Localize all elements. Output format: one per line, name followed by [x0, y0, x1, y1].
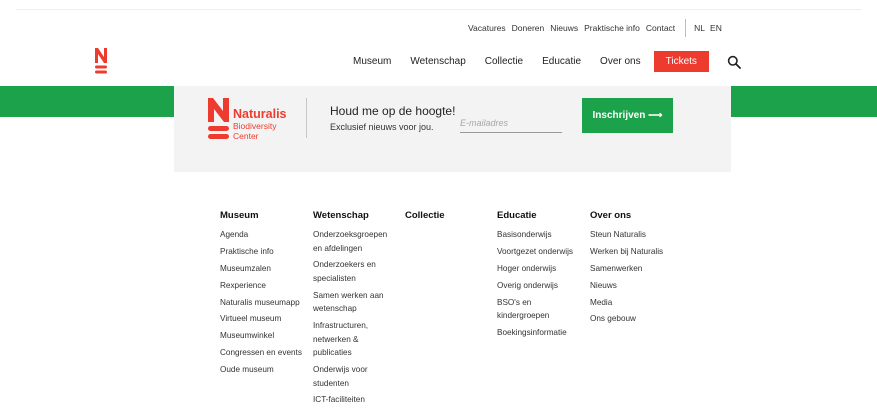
nav-museum[interactable]: Museum [353, 56, 391, 67]
footer-link[interactable]: Agenda [220, 228, 313, 242]
footer-link[interactable]: Naturalis museumapp [220, 296, 313, 310]
utility-bar: Vacatures Doneren Nieuws Praktische info… [468, 19, 727, 37]
footer-column-title: Over ons [590, 210, 632, 221]
nav-collectie[interactable]: Collectie [485, 56, 523, 67]
footer-column-title: Museum [220, 210, 259, 221]
nav-wetenschap[interactable]: Wetenschap [410, 56, 465, 67]
utility-link-praktische-info[interactable]: Praktische info [584, 23, 640, 33]
footer-link[interactable]: Infrastructuren, netwerken & publicaties [313, 319, 391, 360]
tickets-button[interactable]: Tickets [653, 51, 709, 72]
nav-educatie[interactable]: Educatie [542, 56, 581, 67]
footer-link[interactable]: Onderzoekers en specialisten [313, 258, 391, 285]
footer-column-educatie: Educatie Basisonderwijs Voortgezet onder… [497, 210, 590, 410]
search-icon[interactable] [727, 55, 741, 69]
language-en[interactable]: EN [710, 23, 722, 33]
footer-column-title[interactable]: Collectie [405, 210, 497, 221]
newsletter-title: Houd me op de hoogte! [330, 104, 456, 118]
footer-column-wetenschap: Wetenschap Onderzoeksgroepen en afdeling… [313, 210, 405, 410]
naturalis-logo-icon[interactable] [95, 48, 107, 74]
email-input[interactable] [460, 113, 562, 133]
footer-sitemap: Museum Agenda Praktische info Museumzale… [220, 210, 680, 410]
footer-link[interactable]: ICT-faciliteiten [313, 393, 391, 407]
footer-link[interactable]: Hoger onderwijs [497, 262, 590, 276]
utility-link-nieuws[interactable]: Nieuws [550, 23, 578, 33]
footer-link[interactable]: BSO's en kindergroepen [497, 296, 569, 323]
footer-link[interactable]: Basisonderwijs [497, 228, 590, 242]
brand-name: Naturalis [233, 107, 287, 121]
nav-over-ons[interactable]: Over ons [600, 56, 641, 67]
footer-link[interactable]: Steun Naturalis [590, 228, 680, 242]
footer-link[interactable]: Ons gebouw [590, 312, 680, 326]
footer-link[interactable]: Museumzalen [220, 262, 313, 276]
footer-link[interactable]: Werken bij Naturalis [590, 245, 680, 259]
footer-link[interactable]: Voortgezet onderwijs [497, 245, 590, 259]
brand-subtitle-1: Biodiversity [233, 121, 277, 131]
top-divider [16, 9, 861, 10]
footer-link[interactable]: Samenwerken [590, 262, 680, 276]
footer-link[interactable]: Media [590, 296, 680, 310]
main-nav: Museum Wetenschap Collectie Educatie Ove… [353, 51, 741, 72]
footer-link[interactable]: Museumwinkel [220, 329, 313, 343]
footer-column-over-ons: Over ons Steun Naturalis Werken bij Natu… [590, 210, 680, 410]
utility-link-contact[interactable]: Contact [646, 23, 675, 33]
footer-link[interactable]: Praktische info [220, 245, 313, 259]
footer-link[interactable]: Boekingsinformatie [497, 326, 590, 340]
utility-link-doneren[interactable]: Doneren [512, 23, 545, 33]
footer-link[interactable]: Oude museum [220, 363, 313, 377]
brand-subtitle-2: Center [233, 131, 259, 141]
footer-link[interactable]: Onderwijs voor studenten [313, 363, 391, 390]
utility-link-vacatures[interactable]: Vacatures [468, 23, 506, 33]
newsletter-subtitle: Exclusief nieuws voor jou. [330, 122, 434, 132]
footer-column-title: Wetenschap [313, 210, 369, 221]
footer-link[interactable]: Samen werken aan wetenschap [313, 289, 391, 316]
language-nl[interactable]: NL [694, 23, 705, 33]
utility-divider [685, 19, 687, 37]
footer-column-title: Educatie [497, 210, 537, 221]
card-divider [306, 98, 307, 138]
newsletter-card: Naturalis Biodiversity Center Houd me op… [174, 86, 731, 172]
footer-column-collectie: Collectie [405, 210, 497, 410]
subscribe-button[interactable]: Inschrijven ⟶ [582, 98, 673, 133]
footer-link[interactable]: Rexperience [220, 279, 313, 293]
footer-link[interactable]: Onderzoeksgroepen en afdelingen [313, 228, 391, 255]
footer-link[interactable]: Overig onderwijs [497, 279, 590, 293]
footer-column-museum: Museum Agenda Praktische info Museumzale… [220, 210, 313, 410]
footer-link[interactable]: Congressen en events [220, 346, 313, 360]
footer-link[interactable]: Virtueel museum [220, 312, 313, 326]
footer-link[interactable]: Nieuws [590, 279, 680, 293]
